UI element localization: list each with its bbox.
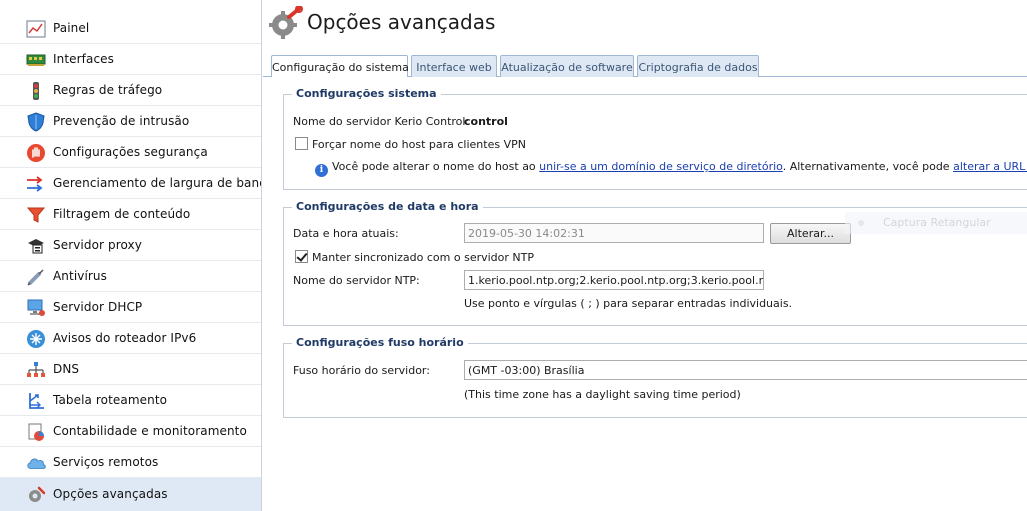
server-name-label: Nome do servidor Kerio Control: (293, 115, 470, 128)
tab-configuracao-sistema[interactable]: Configuração do sistema (271, 55, 409, 78)
sidebar-item-label: Regras de tráfego (53, 83, 163, 97)
gear-wrench-icon (269, 5, 303, 40)
tab-criptografia-dados[interactable]: Criptografia de dados (637, 55, 759, 77)
sidebar-item-opcoes-avancadas[interactable]: Opções avançadas (0, 478, 261, 511)
sidebar-item-painel[interactable]: Painel (0, 13, 261, 44)
force-hostname-label: Forçar nome do host para clientes VPN (312, 138, 526, 151)
hand-stop-icon (26, 143, 46, 163)
group-title: Configurações fuso horário (292, 336, 468, 349)
sidebar-item-label: Antivírus (53, 269, 107, 283)
ntp-sync-checkbox[interactable] (295, 250, 308, 263)
sidebar-item-label: Configurações segurança (53, 145, 208, 159)
dns-tree-icon (26, 360, 46, 380)
dst-note-text: (This time zone has a daylight saving ti… (464, 388, 741, 401)
bandwidth-arrows-icon (26, 174, 46, 194)
sidebar-item-interfaces[interactable]: Interfaces (0, 44, 261, 75)
ntp-server-input[interactable]: 1.kerio.pool.ntp.org;2.kerio.pool.ntp.or… (464, 270, 764, 290)
server-timezone-label: Fuso horário do servidor: (293, 364, 430, 377)
sidebar-item-label: Prevenção de intrusão (53, 114, 190, 128)
sidebar-item-antivirus[interactable]: Antivírus (0, 261, 261, 292)
tab-content: Configurações sistema Nome do servidor K… (263, 77, 1027, 511)
sidebar-item-servidor-dhcp[interactable]: Servidor DHCP (0, 292, 261, 323)
sidebar-item-label: Contabilidade e monitoramento (53, 424, 247, 438)
sidebar-item-label: Interfaces (53, 52, 114, 66)
ntp-sync-label: Manter sincronizado com o servidor NTP (312, 251, 534, 264)
screen-capture-tooltip: Captura Retangular (845, 212, 1027, 234)
sidebar-item-tabela-roteamento[interactable]: Tabela roteamento (0, 385, 261, 416)
sidebar-item-regras-trafego[interactable]: Regras de tráfego (0, 75, 261, 106)
tab-interface-web[interactable]: Interface web (411, 55, 497, 77)
tab-atualizacao-software[interactable]: Atualização de software (500, 55, 634, 77)
sidebar-item-configuracoes-seguranca[interactable]: Configurações segurança (0, 137, 261, 168)
timezone-settings-group: Configurações fuso horário Fuso horário … (283, 336, 1027, 418)
funnel-icon (26, 205, 46, 225)
network-card-icon (26, 50, 46, 70)
page-title: Opções avançadas (307, 10, 496, 34)
sidebar-item-label: Filtragem de conteúdo (53, 207, 191, 221)
change-datetime-button[interactable]: Alterar... (770, 223, 851, 244)
ntp-hint-text: Use ponto e vírgulas ( ; ) para separar … (464, 297, 793, 310)
sidebar-item-contabilidade-monitoramento[interactable]: Contabilidade e monitoramento (0, 416, 261, 447)
sidebar-nav: Painel Interfaces Regras de tráfego Prev… (0, 0, 262, 511)
server-timezone-select[interactable]: (GMT -03:00) Brasília (464, 360, 1027, 380)
main-panel: Opções avançadas Configuração do sistema… (263, 0, 1027, 511)
sidebar-item-label: Servidor DHCP (53, 300, 143, 314)
sidebar-item-label: Painel (53, 21, 90, 35)
sidebar-item-avisos-ipv6[interactable]: Avisos do roteador IPv6 (0, 323, 261, 354)
capture-label: Captura Retangular (883, 216, 991, 229)
current-datetime-label: Data e hora atuais: (293, 227, 399, 240)
hostname-info-text: i Você pode alterar o nome do host ao uni… (315, 160, 1027, 177)
monitor-network-icon (26, 298, 46, 318)
app-window: Painel Interfaces Regras de tráfego Prev… (0, 0, 1027, 511)
proxy-server-icon (26, 236, 46, 256)
group-title: Configurações sistema (292, 87, 441, 100)
sidebar-item-servicos-remotos[interactable]: Serviços remotos (0, 447, 261, 478)
sidebar-item-label: Avisos do roteador IPv6 (53, 331, 197, 345)
join-directory-domain-link[interactable]: unir-se a um domínio de serviço de diret… (539, 160, 783, 173)
sidebar-item-label: Tabela roteamento (53, 393, 168, 407)
sidebar-item-dns[interactable]: DNS (0, 354, 261, 385)
page-header: Opções avançadas (263, 0, 1027, 44)
capture-dot-icon (858, 220, 864, 226)
gear-wrench-icon (26, 485, 46, 505)
group-title: Configurações de data e hora (292, 200, 483, 213)
syringe-icon (26, 267, 46, 287)
accounting-chart-icon (26, 422, 46, 442)
sidebar-item-label: Gerenciamento de largura de banda e (53, 176, 261, 190)
dashboard-icon (26, 19, 46, 39)
change-web-interface-url-link[interactable]: alterar a URL da Interface Web (953, 160, 1027, 173)
ntp-server-label: Nome do servidor NTP: (293, 274, 420, 287)
server-name-value: control (464, 115, 508, 128)
sidebar-item-filtragem-conteudo[interactable]: Filtragem de conteúdo (0, 199, 261, 230)
sidebar-item-label: DNS (53, 362, 80, 376)
sidebar-item-label: Opções avançadas (53, 487, 168, 501)
force-hostname-checkbox[interactable] (295, 137, 308, 150)
sidebar-item-prevencao-intrusao[interactable]: Prevenção de intrusão (0, 106, 261, 137)
cloud-icon (26, 453, 46, 473)
system-settings-group: Configurações sistema Nome do servidor K… (283, 87, 1027, 190)
routing-table-icon (26, 391, 46, 411)
info-icon: i (315, 164, 328, 177)
current-datetime-field: 2019-05-30 14:02:31 (464, 223, 764, 243)
sidebar-item-label: Servidor proxy (53, 238, 142, 252)
sidebar-item-largura-banda[interactable]: Gerenciamento de largura de banda e (0, 168, 261, 199)
router-icon (26, 329, 46, 349)
sidebar-item-label: Serviços remotos (53, 455, 159, 469)
sidebar-item-servidor-proxy[interactable]: Servidor proxy (0, 230, 261, 261)
traffic-light-icon (26, 81, 46, 101)
shield-icon (26, 112, 46, 132)
tab-bar: Configuração do sistema Interface web At… (263, 54, 1027, 78)
